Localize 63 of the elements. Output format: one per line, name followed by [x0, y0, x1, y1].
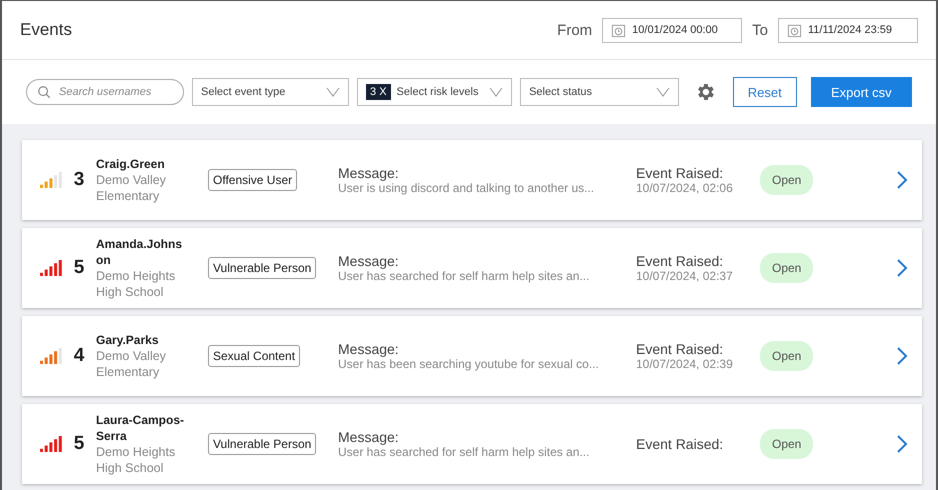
export-csv-button[interactable]: Export csv: [810, 77, 912, 107]
message-text: User has searched for self harm help sites an...: [338, 445, 590, 459]
username: Craig.Green: [96, 156, 166, 172]
reset-button[interactable]: Reset: [732, 77, 797, 107]
event-type-tag: Sexual Content: [208, 345, 300, 367]
message-label: Message:: [338, 165, 400, 181]
school-name: Demo Valley Elementary: [96, 348, 167, 380]
event-raised-label: Event Raised:: [636, 253, 724, 269]
risk-score: 4: [72, 345, 86, 367]
chevron-right-icon[interactable]: [896, 170, 908, 190]
chevron-right-icon[interactable]: [896, 346, 908, 366]
username: Gary.Parks: [96, 332, 160, 348]
event-timestamp: 10/07/2024, 02:06: [636, 181, 734, 195]
username: Amanda.Johns on: [96, 236, 184, 268]
status-dropdown[interactable]: Select status: [520, 78, 680, 106]
count-badge: 3 X: [366, 84, 391, 100]
chevron-down-icon: [656, 87, 670, 97]
event-card[interactable]: 4 Gary.Parks Demo Valley Elementary Sexual Content Message: User has been searching youtube for sexual co... Event Raised: 10/07/2024, 02:39 Open: [22, 316, 922, 396]
school-name: Demo Heights High School: [96, 268, 176, 300]
to-label: To: [752, 22, 768, 38]
search-icon: [37, 85, 51, 99]
risk-level-meter: [40, 348, 62, 364]
message-label: Message:: [338, 253, 400, 269]
chevron-down-icon: [326, 87, 340, 97]
status-pill: Open: [760, 341, 814, 371]
to-date-field[interactable]: 11/11/2024 23:59: [778, 18, 918, 42]
event-raised-label: Event Raised:: [636, 341, 724, 357]
risk-score: 3: [72, 169, 86, 191]
risk-levels-dropdown[interactable]: 3 X Select risk levels: [357, 78, 512, 106]
risk-score: 5: [72, 433, 86, 455]
risk-level-meter: [40, 436, 62, 452]
message-text: User is using discord and talking to another us...: [338, 181, 596, 195]
chevron-down-icon: [489, 87, 504, 97]
event-type-tag: Vulnerable Person: [208, 433, 316, 455]
risk-level-meter: [40, 172, 62, 188]
status-pill: Open: [760, 165, 814, 195]
status-pill: Open: [760, 253, 814, 283]
calendar-icon: [611, 22, 626, 38]
risk-score: 5: [72, 257, 86, 279]
message-label: Message:: [338, 341, 400, 357]
event-timestamp: 10/07/2024, 02:37: [636, 269, 734, 283]
from-date-field[interactable]: 10/01/2024 00:00: [602, 18, 742, 42]
message-text: User has been searching youtube for sexual co...: [338, 357, 600, 371]
school-name: Demo Heights High School: [96, 444, 176, 476]
event-type-tag: Offensive User: [208, 169, 298, 191]
from-label: From: [557, 22, 592, 38]
event-raised-label: Event Raised:: [636, 165, 724, 181]
school-name: Demo Valley Elementary: [96, 172, 167, 204]
search-field[interactable]: Search usernames: [26, 79, 184, 105]
message-text: User has searched for self harm help sites an...: [338, 269, 590, 283]
event-raised-label: Event Raised:: [636, 436, 724, 452]
username: Laura-Campos-Serra: [96, 412, 186, 444]
calendar-icon: [787, 22, 802, 38]
chevron-right-icon[interactable]: [896, 434, 908, 454]
event-type-dropdown[interactable]: Select event type: [192, 78, 350, 106]
event-type-tag: Vulnerable Person: [208, 257, 316, 279]
page-title: Events: [20, 20, 72, 40]
event-timestamp: 10/07/2024, 02:39: [636, 357, 734, 371]
status-pill: Open: [760, 429, 814, 459]
message-label: Message:: [338, 429, 400, 445]
event-card[interactable]: 3 Craig.Green Demo Valley Elementary Offensive User Message: User is using discord and talking to another us... Event Raised: 10/07/2024, 02:06 Open: [22, 140, 922, 220]
risk-level-meter: [40, 260, 62, 276]
chevron-right-icon[interactable]: [896, 258, 908, 278]
